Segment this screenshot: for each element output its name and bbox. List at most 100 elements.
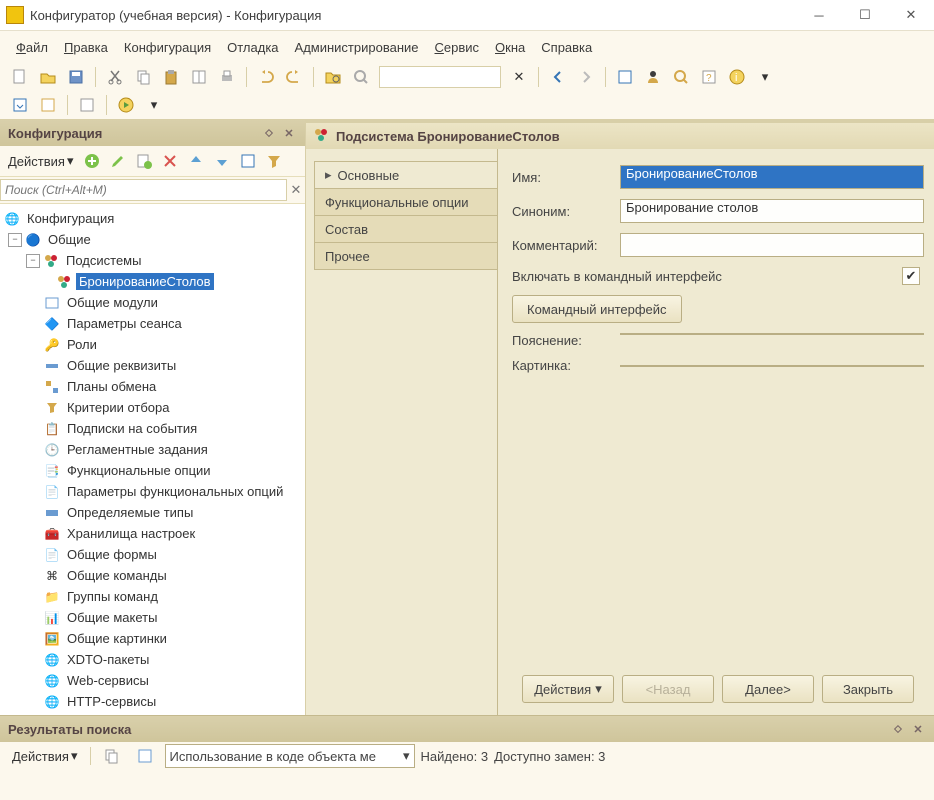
menu-edit[interactable]: Правка (64, 40, 108, 55)
open-config-icon[interactable] (613, 65, 637, 89)
tree-subsystem-booking[interactable]: БронированиеСтолов (0, 271, 305, 292)
paste-icon[interactable] (159, 65, 183, 89)
open-icon[interactable] (36, 65, 60, 89)
include-checkbox[interactable]: ✔ (902, 267, 920, 285)
tree-settings-storages[interactable]: 🧰Хранилища настроек (0, 523, 305, 544)
teacher-icon[interactable] (641, 65, 665, 89)
tree-common-pictures[interactable]: 🖼️Общие картинки (0, 628, 305, 649)
db-update-icon[interactable] (8, 93, 32, 117)
sort-icon[interactable] (236, 150, 260, 172)
config-tree[interactable]: 🌐Конфигурация −🔵Общие −Подсистемы Бронир… (0, 204, 305, 715)
picture-input[interactable] (620, 365, 924, 367)
menu-admin[interactable]: Администрирование (295, 40, 419, 55)
tree-scheduled-jobs[interactable]: 🕒Регламентные задания (0, 439, 305, 460)
maximize-button[interactable]: ☐ (842, 0, 888, 30)
tree-func-opts[interactable]: 📑Функциональные опции (0, 460, 305, 481)
tree-http-services[interactable]: 🌐HTTP-сервисы (0, 691, 305, 712)
tab-content[interactable]: Состав (314, 215, 497, 243)
tree-web-services[interactable]: 🌐Web-сервисы (0, 670, 305, 691)
tree-subsystems[interactable]: −Подсистемы (0, 250, 305, 271)
redo-icon[interactable] (282, 65, 306, 89)
comment-input[interactable] (620, 233, 924, 257)
run-icon[interactable] (114, 93, 138, 117)
add-sub-icon[interactable] (132, 150, 156, 172)
tree-func-opt-params[interactable]: 📄Параметры функциональных опций (0, 481, 305, 502)
wizard-close-button[interactable]: Закрыть (822, 675, 914, 703)
menu-help[interactable]: Справка (541, 40, 592, 55)
results-actions-dropdown[interactable]: Действия▾ (6, 745, 84, 767)
search-results-panel: Результаты поиска ⬦ ✕ Действия▾ Использо… (0, 715, 934, 770)
tree-filter-criteria[interactable]: Критерии отбора (0, 397, 305, 418)
tree-common[interactable]: −🔵Общие (0, 229, 305, 250)
tree-search-input[interactable] (0, 179, 287, 201)
results-pin-icon[interactable]: ⬦ (890, 721, 906, 737)
add-icon[interactable] (80, 150, 104, 172)
move-down-icon[interactable] (210, 150, 234, 172)
nav-fwd-icon[interactable] (574, 65, 598, 89)
name-input[interactable]: БронированиеСтолов (620, 165, 924, 189)
compare-icon[interactable] (187, 65, 211, 89)
dict-icon[interactable] (75, 93, 99, 117)
new-icon[interactable] (8, 65, 32, 89)
results-close-icon[interactable]: ✕ (910, 721, 926, 737)
zoom-icon[interactable] (349, 65, 373, 89)
tab-func-opts[interactable]: Функциональные опции (314, 188, 497, 216)
results-refresh-icon[interactable] (131, 745, 159, 767)
minimize-button[interactable]: ─ (796, 0, 842, 30)
panel-close-icon[interactable]: ✕ (281, 125, 297, 141)
tree-event-subs[interactable]: 📋Подписки на события (0, 418, 305, 439)
undo-icon[interactable] (254, 65, 278, 89)
tree-search-clear-icon[interactable]: ✕ (287, 182, 305, 198)
tree-root[interactable]: 🌐Конфигурация (0, 208, 305, 229)
tree-common-templates[interactable]: 📊Общие макеты (0, 607, 305, 628)
move-up-icon[interactable] (184, 150, 208, 172)
menu-debug[interactable]: Отладка (227, 40, 278, 55)
print-icon[interactable] (215, 65, 239, 89)
results-copy-icon[interactable] (97, 745, 125, 767)
wizard-next-button[interactable]: Далее> (722, 675, 814, 703)
search-combo[interactable] (379, 66, 501, 88)
tree-defined-types[interactable]: Определяемые типы (0, 502, 305, 523)
info-dropdown-icon[interactable]: ▾ (753, 65, 777, 89)
nav-back-icon[interactable] (546, 65, 570, 89)
tree-ws-refs[interactable]: 🔗WS-ссылки (0, 712, 305, 715)
actions-dropdown[interactable]: Действия▾ (4, 150, 78, 172)
find-folder-icon[interactable] (321, 65, 345, 89)
tree-common-forms[interactable]: 📄Общие формы (0, 544, 305, 565)
menu-config[interactable]: Конфигурация (124, 40, 211, 55)
tab-main[interactable]: Основные (314, 161, 497, 189)
save-icon[interactable] (64, 65, 88, 89)
tree-common-attrs[interactable]: Общие реквизиты (0, 355, 305, 376)
clear-search-icon[interactable]: ✕ (507, 65, 531, 89)
tree-exchange-plans[interactable]: Планы обмена (0, 376, 305, 397)
menu-file[interactable]: Файл (16, 40, 48, 55)
db-compare-icon[interactable] (36, 93, 60, 117)
copy-icon[interactable] (131, 65, 155, 89)
results-mode-combo[interactable]: Использование в коде объекта ме▾ (165, 744, 415, 768)
menu-service[interactable]: Сервис (435, 40, 480, 55)
wizard-actions-button[interactable]: Действия▾ (522, 675, 614, 703)
command-interface-button[interactable]: Командный интерфейс (512, 295, 682, 323)
menu-windows[interactable]: Окна (495, 40, 525, 55)
syntax-help-icon[interactable]: ? (697, 65, 721, 89)
info-icon[interactable]: i (725, 65, 749, 89)
editor-panel: Подсистема БронированиеСтолов Основные Ф… (306, 120, 934, 715)
wizard-back-button[interactable]: <Назад (622, 675, 714, 703)
tab-other[interactable]: Прочее (314, 242, 497, 270)
edit-icon[interactable] (106, 150, 130, 172)
panel-pin-icon[interactable]: ⬦ (261, 125, 277, 141)
run-dropdown-icon[interactable]: ▾ (142, 93, 166, 117)
filter-icon[interactable] (262, 150, 286, 172)
close-button[interactable]: ✕ (888, 0, 934, 30)
explanation-textarea[interactable] (620, 333, 924, 335)
search-help-icon[interactable] (669, 65, 693, 89)
tree-roles[interactable]: 🔑Роли (0, 334, 305, 355)
delete-icon[interactable] (158, 150, 182, 172)
tree-xdto[interactable]: 🌐XDTO-пакеты (0, 649, 305, 670)
tree-common-modules[interactable]: Общие модули (0, 292, 305, 313)
tree-session-params[interactable]: 🔷Параметры сеанса (0, 313, 305, 334)
synonym-input[interactable]: Бронирование столов (620, 199, 924, 223)
cut-icon[interactable] (103, 65, 127, 89)
tree-command-groups[interactable]: 📁Группы команд (0, 586, 305, 607)
tree-common-commands[interactable]: ⌘Общие команды (0, 565, 305, 586)
